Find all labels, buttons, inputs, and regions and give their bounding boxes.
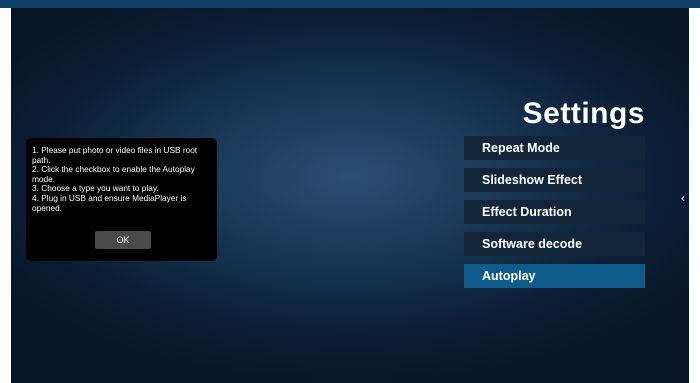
chevron-left-icon[interactable]: ‹ <box>677 190 689 206</box>
settings-screen: › ‹ Settings Repeat Mode Slideshow Effec… <box>11 8 689 383</box>
dialog-message: 1. Please put photo or video files in US… <box>32 145 216 213</box>
dialog-line: 4. Plug in USB and ensure MediaPlayer is… <box>32 192 187 213</box>
menu-item-effect-duration[interactable]: Effect Duration <box>464 200 645 224</box>
menu-item-repeat-mode[interactable]: Repeat Mode <box>464 136 645 160</box>
app-frame: › ‹ Settings Repeat Mode Slideshow Effec… <box>0 0 700 383</box>
autoplay-instructions-dialog: 1. Please put photo or video files in US… <box>26 138 217 261</box>
ok-button[interactable]: OK <box>95 231 151 249</box>
page-title: Settings <box>522 97 645 130</box>
dialog-line: 2. Click the checkbox to enable the Auto… <box>32 164 195 184</box>
menu-item-slideshow-effect[interactable]: Slideshow Effect <box>464 168 645 192</box>
dialog-line: 1. Please put photo or video files in US… <box>32 145 198 165</box>
chevron-right-icon[interactable]: › <box>11 190 14 206</box>
menu-item-software-decode[interactable]: Software decode <box>464 232 645 256</box>
top-bar <box>0 0 700 8</box>
menu-item-autoplay[interactable]: Autoplay <box>464 264 645 288</box>
